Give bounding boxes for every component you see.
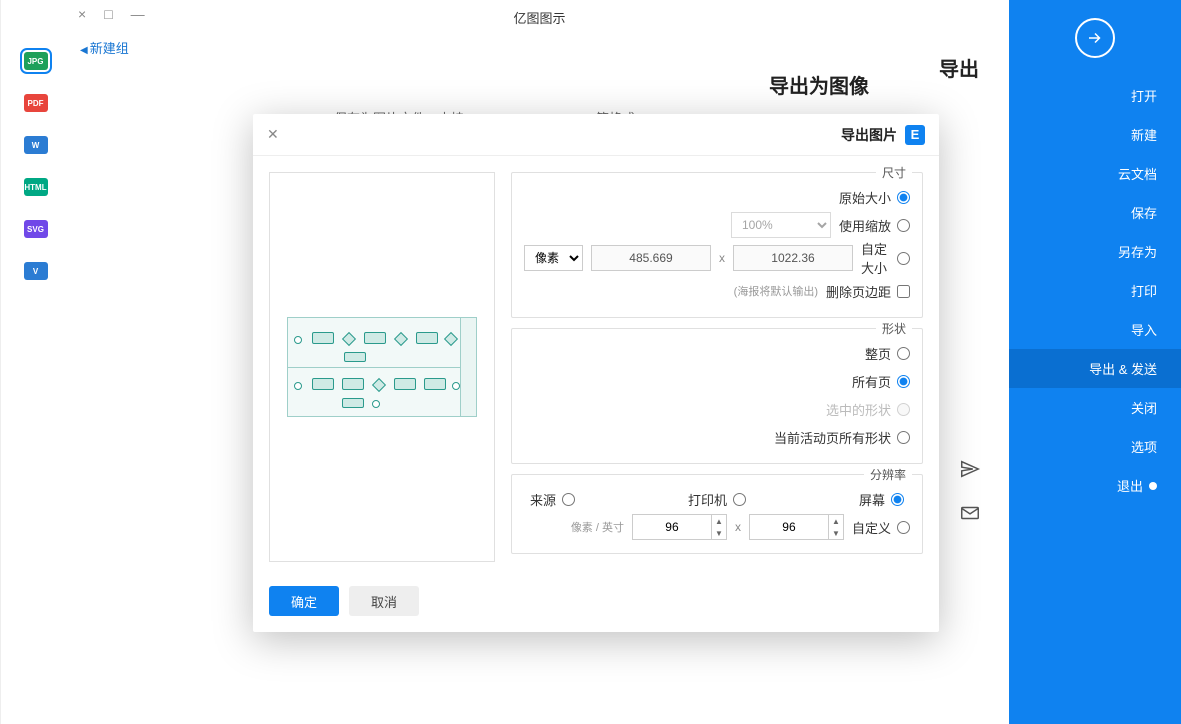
exit-dot-icon bbox=[1149, 482, 1157, 490]
dpi-y-stepper[interactable]: ▲▼ bbox=[632, 514, 727, 540]
legend-size: 尺寸 bbox=[876, 164, 912, 181]
nav-export-send[interactable]: 导出 & 发送 bbox=[1009, 349, 1181, 388]
radio-selected-shapes: 选中的形状 bbox=[826, 400, 910, 419]
height-field[interactable] bbox=[591, 245, 711, 271]
win-close-icon[interactable]: × bbox=[78, 6, 86, 22]
radio-res-screen[interactable]: 屏幕 bbox=[859, 490, 904, 509]
margin-hint: (海报将默认输出) bbox=[734, 283, 818, 299]
nav-cloud[interactable]: 云文档 bbox=[1009, 154, 1181, 193]
nav-print[interactable]: 打印 bbox=[1009, 271, 1181, 310]
group-resolution: 分辨率 屏幕 打印机 来源 自定义 ▲▼ x ▲▼ 像素 / 英寸 bbox=[511, 474, 923, 554]
radio-res-custom[interactable]: 自定义 bbox=[852, 518, 910, 537]
mail-icon[interactable] bbox=[959, 502, 981, 524]
radio-res-print[interactable]: 打印机 bbox=[688, 490, 746, 509]
window-controls: × □ — bbox=[78, 6, 145, 22]
nav-options[interactable]: 选项 bbox=[1009, 427, 1181, 466]
radio-res-source[interactable]: 来源 bbox=[530, 490, 575, 509]
radio-custom-size[interactable]: 自定大小 bbox=[861, 239, 910, 277]
send-icon[interactable] bbox=[959, 458, 981, 480]
chevron-down-icon[interactable]: ▼ bbox=[712, 527, 726, 539]
nav-import[interactable]: 导入 bbox=[1009, 310, 1181, 349]
dpi-unit: 像素 / 英寸 bbox=[571, 519, 624, 535]
radio-all-pages[interactable]: 所有页 bbox=[852, 372, 910, 391]
dialog-close-icon[interactable]: ✕ bbox=[267, 126, 279, 143]
format-word[interactable]: W bbox=[24, 136, 48, 154]
dialog-title: 导出图片 bbox=[841, 125, 897, 145]
dialog-logo-icon: E bbox=[905, 125, 925, 145]
nav-open[interactable]: 打开 bbox=[1009, 76, 1181, 115]
check-delete-margin[interactable]: 删除页边距 bbox=[826, 282, 910, 301]
format-pdf[interactable]: PDF bbox=[24, 94, 48, 112]
cancel-button[interactable]: 取消 bbox=[349, 586, 419, 616]
nav-exit[interactable]: 退出 bbox=[1009, 466, 1181, 505]
dpi-x-stepper[interactable]: ▲▼ bbox=[749, 514, 844, 540]
format-html[interactable]: HTML bbox=[24, 178, 48, 196]
nav-close[interactable]: 关闭 bbox=[1009, 388, 1181, 427]
chevron-up-icon[interactable]: ▲ bbox=[829, 515, 843, 527]
group-size: 尺寸 原始大小 使用缩放 100% 自定大小 x 像素 删除页边距 (海报将默认… bbox=[511, 172, 923, 318]
radio-full-page[interactable]: 整页 bbox=[865, 344, 910, 363]
export-format-list: JPG PDF W HTML SVG V bbox=[0, 0, 70, 724]
sidebar: 打开 新建 云文档 保存 另存为 打印 导入 导出 & 发送 关闭 选项 退出 bbox=[1009, 0, 1181, 724]
dimension-x: x bbox=[719, 251, 725, 265]
win-min-icon[interactable]: — bbox=[131, 6, 145, 22]
nav-new[interactable]: 新建 bbox=[1009, 115, 1181, 154]
export-image-dialog: E 导出图片 ✕ 尺寸 原始大小 使用缩放 100% 自定大小 x 像素 bbox=[253, 114, 939, 632]
nav-saveas[interactable]: 另存为 bbox=[1009, 232, 1181, 271]
width-field[interactable] bbox=[733, 245, 853, 271]
group-shape: 形状 整页 所有页 选中的形状 当前活动页所有形状 bbox=[511, 328, 923, 464]
win-max-icon[interactable]: □ bbox=[104, 6, 112, 22]
nav-save[interactable]: 保存 bbox=[1009, 193, 1181, 232]
unit-select[interactable]: 像素 bbox=[524, 245, 583, 271]
chevron-down-icon[interactable]: ▼ bbox=[829, 527, 843, 539]
format-svg[interactable]: SVG bbox=[24, 220, 48, 238]
radio-use-zoom[interactable]: 使用缩放 bbox=[839, 216, 910, 235]
radio-visible-shapes[interactable]: 当前活动页所有形状 bbox=[774, 428, 910, 447]
preview-thumbnail bbox=[287, 317, 477, 417]
breadcrumb-home[interactable]: 新建组 bbox=[80, 38, 129, 57]
format-jpg[interactable]: JPG bbox=[24, 52, 48, 70]
legend-resolution: 分辨率 bbox=[864, 466, 912, 483]
preview-pane bbox=[269, 172, 495, 562]
zoom-select[interactable]: 100% bbox=[731, 212, 831, 238]
radio-original-size[interactable]: 原始大小 bbox=[839, 188, 910, 207]
window-title: 亿图图示 bbox=[70, 0, 1009, 27]
legend-shape: 形状 bbox=[876, 320, 912, 337]
ok-button[interactable]: 确定 bbox=[269, 586, 339, 616]
chevron-up-icon[interactable]: ▲ bbox=[712, 515, 726, 527]
app-logo-icon bbox=[1075, 18, 1115, 58]
format-visio[interactable]: V bbox=[24, 262, 48, 280]
export-heading: 导出 bbox=[939, 53, 979, 82]
